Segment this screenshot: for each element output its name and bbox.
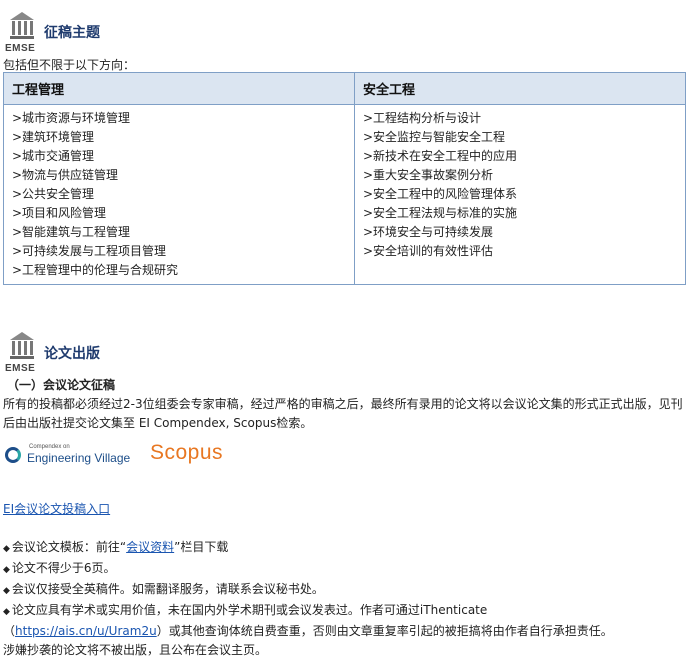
safety-engineering-list: >工程结构分析与设计 >安全监控与智能安全工程 >新技术在安全工程中的应用 >重… [354,104,686,285]
list-item: >安全培训的有效性评估 [363,244,494,258]
originality-note-line1: 论文应具有学术或实用价值，未在国内外学术期刊或会议发表过。作者可通过iThent… [11,603,488,617]
ev-logo-small-text: Compendex on [29,444,70,450]
list-item-continuation: （https://ais.cn/u/Uram2u）或其他查询体统自费查重，否则由… [3,622,695,641]
list-item: ◆ 论文不得少于6页。 [3,559,695,580]
list-item: >公共安全管理 [12,187,95,201]
topics-table: 工程管理 安全工程 >城市资源与环境管理 >建筑环境管理 >城市交通管理 >物流… [3,72,686,285]
emse-logo: EMSE [5,330,39,374]
originality-note-line3: 涉嫌抄袭的论文将不被出版，且公布在会议主页。 [3,643,268,657]
notes-list: ◆ 会议论文模板：前往“会议资料”栏目下载 ◆ 论文不得少于6页。 ◆ 会议仅接受全英… [3,538,695,657]
list-item: >智能建筑与工程管理 [12,225,131,239]
section-title-publication: 论文出版 [44,346,100,362]
section-title-topics: 征稿主题 [44,25,100,41]
english-only-note: 会议仅接受全英稿件。如需翻译服务，请联系会议秘书处。 [11,582,324,596]
emse-logo: EMSE [5,10,39,54]
list-item: >建筑环境管理 [12,130,95,144]
list-item: ◆ 论文应具有学术或实用价值，未在国内外学术期刊或会议发表过。作者可通过iThen… [3,601,695,622]
originality-note-open-paren: （ [3,624,16,638]
ev-logo-text: Engineering Village [27,451,131,465]
list-item: >新技术在安全工程中的应用 [363,149,518,163]
building-icon [10,12,34,39]
logo-text: EMSE [5,43,36,54]
list-item: >工程管理中的伦理与合规研究 [12,263,179,277]
intro-text: 包括但不限于以下方向： [3,58,136,72]
column-header-safety-engineering: 安全工程 [354,72,686,105]
building-icon [10,332,34,359]
list-item: >城市资源与环境管理 [12,111,131,125]
list-item: ◆ 会议仅接受全英稿件。如需翻译服务，请联系会议秘书处。 [3,580,695,601]
list-item: >环境安全与可持续发展 [363,225,494,239]
template-note-suffix: ”栏目下载 [174,540,229,554]
diamond-bullet-icon: ◆ [3,586,10,596]
originality-note-line2: ）或其他查询体统自费查重，否则由文章重复率引起的被拒搞将由作者自行承担责任。 [156,624,613,638]
diamond-bullet-icon: ◆ [3,607,10,617]
list-item: >安全监控与智能安全工程 [363,130,506,144]
conference-materials-link[interactable]: 会议资料 [126,540,174,554]
page-limit-note: 论文不得少于6页。 [11,561,116,575]
list-item: >工程结构分析与设计 [363,111,482,125]
list-item: ◆ 会议论文模板：前往“会议资料”栏目下载 [3,538,695,559]
list-item: >城市交通管理 [12,149,95,163]
list-item: >可持续发展与工程项目管理 [12,244,167,258]
conference-paper-subheading: （一）会议论文征稿 [7,378,116,392]
diamond-bullet-icon: ◆ [3,544,10,554]
list-item-continuation: 涉嫌抄袭的论文将不被出版，且公布在会议主页。 [3,641,695,657]
engineering-village-logo: Compendex on Engineering Village [5,444,140,468]
list-item: >安全工程法规与标准的实施 [363,206,518,220]
list-item: >物流与供应链管理 [12,168,119,182]
engineering-management-list: >城市资源与环境管理 >建筑环境管理 >城市交通管理 >物流与供应链管理 >公共… [3,104,355,285]
scopus-logo: Scopus [150,441,224,464]
ev-circle-icon [5,447,21,463]
logo-text: EMSE [5,363,36,374]
column-header-engineering-management: 工程管理 [3,72,355,105]
template-note-prefix: 会议论文模板：前往“ [11,540,127,554]
diamond-bullet-icon: ◆ [3,565,10,575]
list-item: >项目和风险管理 [12,206,107,220]
publication-paragraph: 所有的投稿都必须经过2-3位组委会专家审稿，经过严格的审稿之后，最终所有录用的论… [3,397,683,430]
list-item: >重大安全事故案例分析 [363,168,494,182]
ithenticate-link[interactable]: https://ais.cn/u/Uram2u [15,624,157,638]
list-item: >安全工程中的风险管理体系 [363,187,518,201]
ei-submission-link[interactable]: EI会议论文投稿入口 [3,500,110,517]
